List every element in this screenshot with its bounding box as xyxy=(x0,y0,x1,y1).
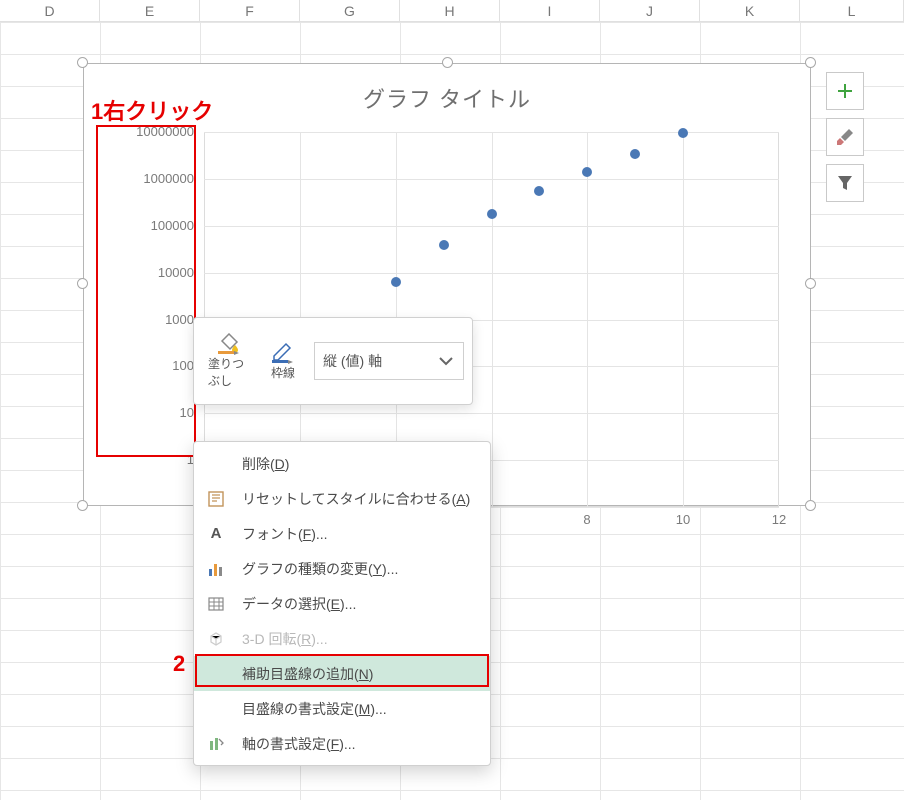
selection-handle[interactable] xyxy=(805,57,816,68)
outline-button[interactable]: 枠線 xyxy=(256,340,310,383)
fill-button[interactable]: 塗りつぶし xyxy=(202,331,256,391)
selection-handle[interactable] xyxy=(77,500,88,511)
col-header[interactable]: D xyxy=(0,0,100,22)
funnel-icon xyxy=(835,173,855,193)
ctx-format-gridlines[interactable]: 目盛線の書式設定(M)... xyxy=(194,691,490,726)
ctx-add-minor-gridlines[interactable]: 補助目盛線の追加(N) xyxy=(194,656,490,691)
data-point xyxy=(678,128,688,138)
col-header[interactable]: J xyxy=(600,0,700,22)
data-point xyxy=(391,277,401,287)
chart-object[interactable]: グラフ タイトル 10000000 1000000 100000 10000 1… xyxy=(83,63,811,506)
ctx-change-chart-type[interactable]: グラフの種類の変更(Y)... xyxy=(194,551,490,586)
y-axis-tick: 100 xyxy=(104,358,194,373)
context-menu: 削除(D) リセットしてスタイルに合わせる(A) A フォント(F)... グラ… xyxy=(193,441,491,766)
chart-elements-button[interactable] xyxy=(826,72,864,110)
data-point xyxy=(630,149,640,159)
chevron-down-icon xyxy=(435,350,457,372)
outline-label: 枠線 xyxy=(271,364,295,381)
ctx-font[interactable]: A フォント(F)... xyxy=(194,516,490,551)
selection-handle[interactable] xyxy=(805,278,816,289)
selection-handle[interactable] xyxy=(442,57,453,68)
annotation-label-1: 1右クリック xyxy=(91,94,213,126)
cube-icon xyxy=(204,627,228,651)
data-point xyxy=(534,186,544,196)
y-axis-tick: 1000000 xyxy=(104,171,194,186)
selection-handle[interactable] xyxy=(805,500,816,511)
brush-icon xyxy=(835,127,855,147)
y-axis-tick: 10000000 xyxy=(104,124,194,139)
annotation-label-2: 2 xyxy=(173,651,185,677)
ctx-reset-style[interactable]: リセットしてスタイルに合わせる(A) xyxy=(194,481,490,516)
mini-toolbar: 塗りつぶし 枠線 縦 (値) 軸 xyxy=(193,317,473,405)
y-axis-tick: 10000 xyxy=(104,265,194,280)
fill-label: 塗りつぶし xyxy=(208,355,250,389)
x-axis-tick: 8 xyxy=(572,512,602,527)
selection-handle[interactable] xyxy=(77,278,88,289)
chart-filters-button[interactable] xyxy=(826,164,864,202)
col-header[interactable]: I xyxy=(500,0,600,22)
plus-icon xyxy=(835,81,855,101)
data-point xyxy=(487,209,497,219)
y-axis-tick: 100000 xyxy=(104,218,194,233)
col-header[interactable]: H xyxy=(400,0,500,22)
col-header[interactable]: L xyxy=(800,0,904,22)
ctx-3d-rotation: 3-D 回転(R)... xyxy=(194,621,490,656)
selection-handle[interactable] xyxy=(77,57,88,68)
ctx-delete[interactable]: 削除(D) xyxy=(194,446,490,481)
chart-element-selector[interactable]: 縦 (値) 軸 xyxy=(314,342,464,380)
col-header[interactable]: F xyxy=(200,0,300,22)
data-point xyxy=(439,240,449,250)
ctx-select-data[interactable]: データの選択(E)... xyxy=(194,586,490,621)
selector-value: 縦 (値) 軸 xyxy=(323,351,382,371)
x-axis-tick: 12 xyxy=(764,512,794,527)
y-axis-tick: 1000 xyxy=(104,312,194,327)
chart-styles-button[interactable] xyxy=(826,118,864,156)
format-axis-icon xyxy=(204,732,228,756)
col-header[interactable]: G xyxy=(300,0,400,22)
reset-style-icon xyxy=(204,487,228,511)
ctx-format-axis[interactable]: 軸の書式設定(F)... xyxy=(194,726,490,761)
bar-chart-icon xyxy=(204,557,228,581)
table-icon xyxy=(204,592,228,616)
data-point xyxy=(582,167,592,177)
paint-bucket-icon xyxy=(216,333,242,355)
pen-icon xyxy=(270,342,296,364)
y-axis-tick: 1 xyxy=(104,452,194,467)
col-header[interactable]: E xyxy=(100,0,200,22)
x-axis-tick: 10 xyxy=(668,512,698,527)
font-icon: A xyxy=(204,522,228,546)
y-axis-tick: 10 xyxy=(104,405,194,420)
col-header[interactable]: K xyxy=(700,0,800,22)
